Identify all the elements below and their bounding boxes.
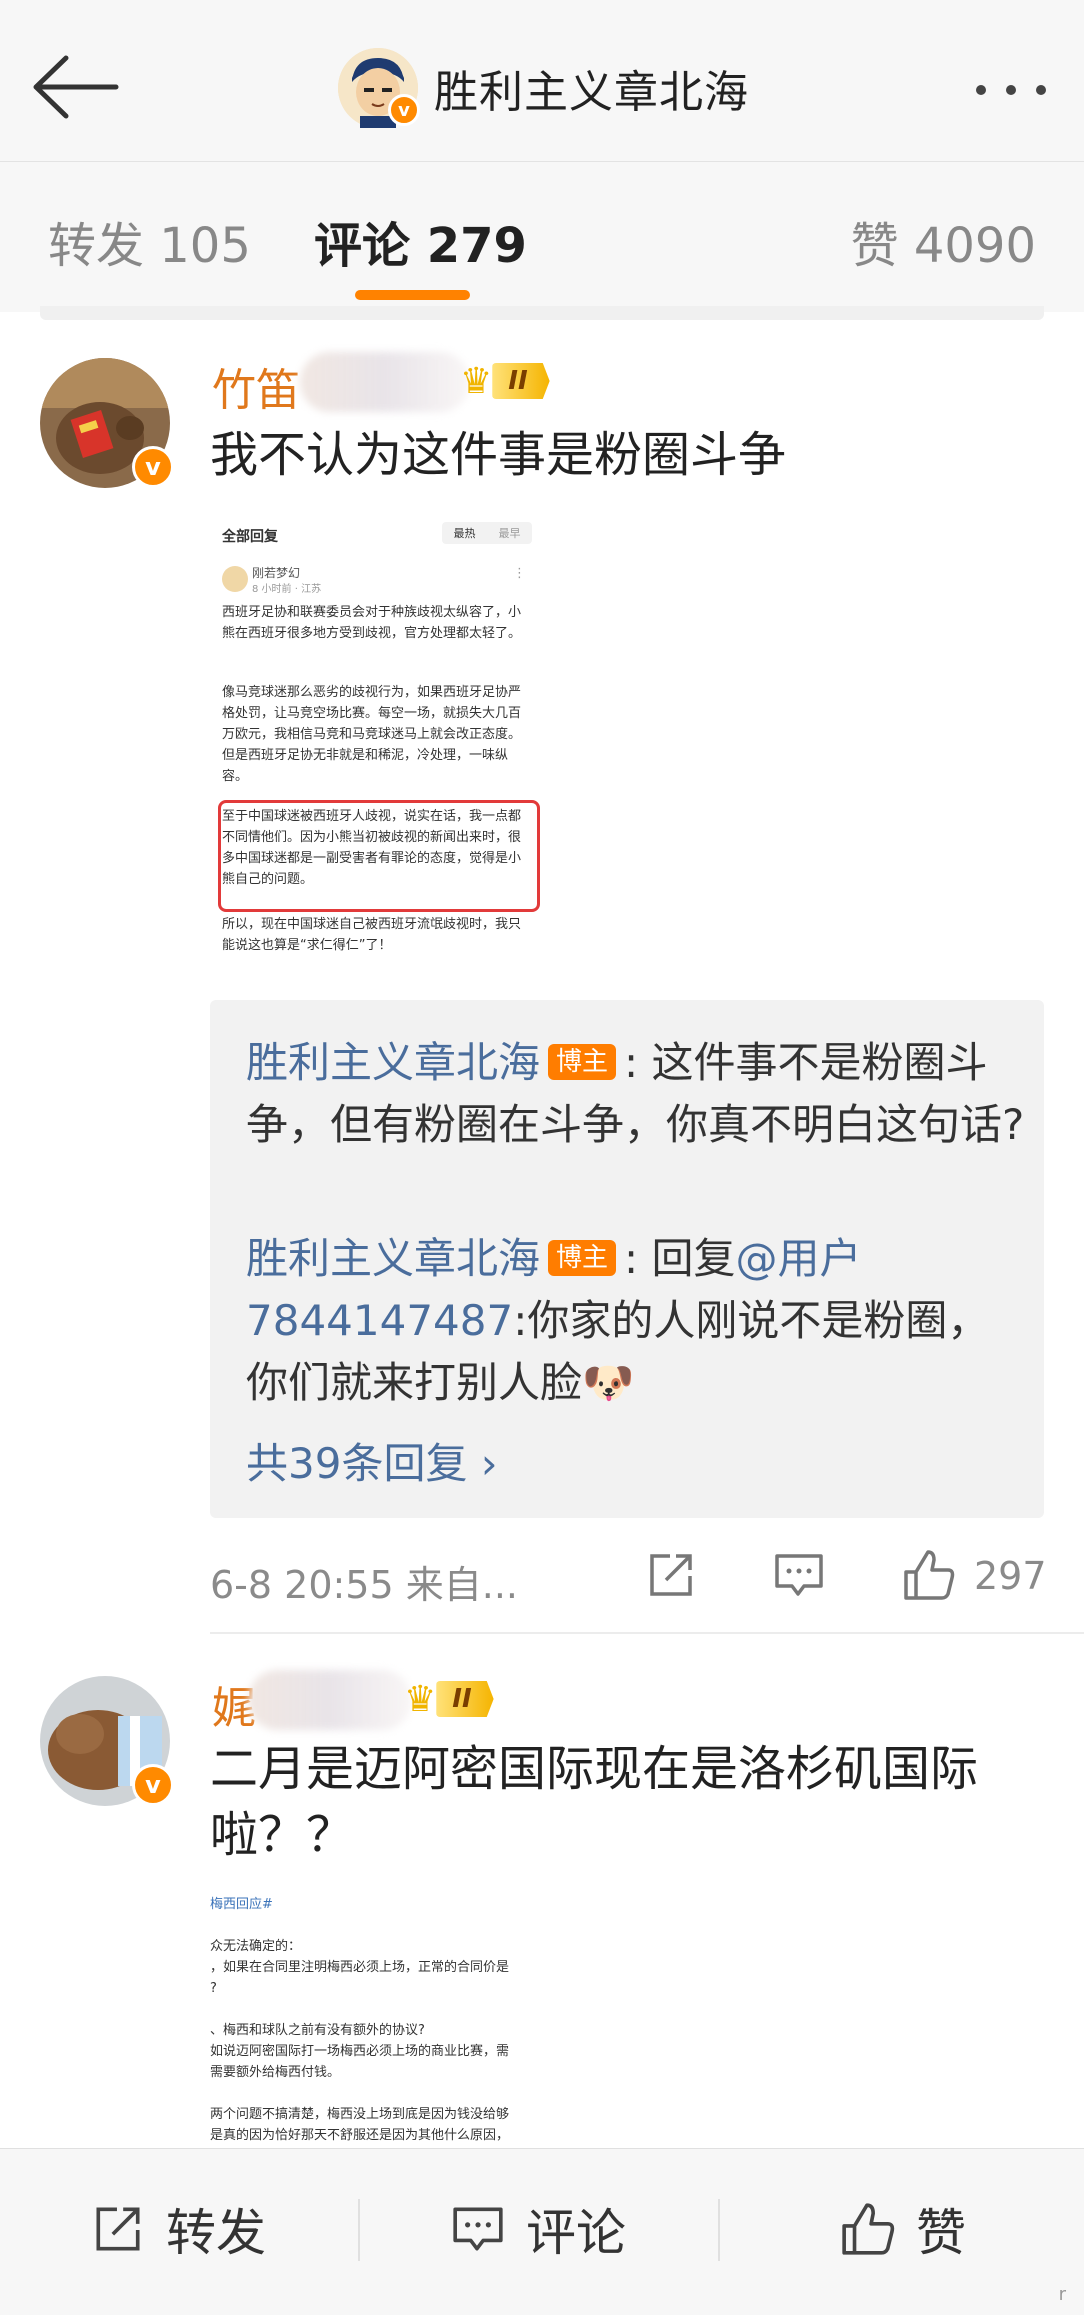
shot-username: 刚若梦幻	[252, 566, 301, 580]
level-badge[interactable]: ♛ II	[404, 1676, 494, 1722]
bottom-action-bar: 转发 评论 赞 r	[0, 2148, 1084, 2315]
comment-time: 6-8 20:55 来自...	[210, 1563, 518, 1607]
replies-box[interactable]: 胜利主义章北海 博主: 这件事不是粉圈斗争，但有粉圈在斗争，你真不明白这句话? 胜…	[210, 1000, 1044, 1518]
shot-paragraph: 西班牙足协和联赛委员会对于种族歧视太纵容了，小熊在西班牙很多地方受到歧视，官方处…	[222, 605, 522, 641]
shot-hashtag: 梅西回应#	[210, 1897, 273, 1912]
watermark: r	[1058, 2284, 1066, 2305]
comment-icon[interactable]	[772, 1548, 826, 1602]
view-more-replies-link[interactable]: 共39条回复 ›	[246, 1430, 498, 1491]
reply-item[interactable]: 胜利主义章北海 博主: 这件事不是粉圈斗争，但有粉圈在斗争，你真不明白这句话?	[246, 1032, 1026, 1156]
verified-badge-icon: v	[132, 1764, 174, 1806]
shot-line: 众无法确定的：	[210, 1939, 302, 1954]
like-button[interactable]: 赞	[840, 2189, 966, 2269]
shot-title: 全部回复	[222, 529, 278, 545]
tab-repost[interactable]: 转发 105	[48, 206, 251, 276]
reply-author[interactable]: 胜利主义章北海	[246, 1234, 540, 1283]
level-label: II	[436, 1681, 494, 1717]
comment-icon	[453, 2207, 503, 2251]
comment-avatar[interactable]: v	[40, 358, 174, 488]
shot-line: 如说迈阿密国际打一场梅西必须上场的商业比赛，需	[210, 2044, 510, 2059]
shot-paragraph: 所以，现在中国球迷自己被西班牙流氓歧视时，我只能说这也算是“求仁得仁”了！	[222, 917, 522, 953]
highlight-box	[218, 800, 540, 912]
comment-label: 评论	[526, 2204, 626, 2262]
shot-time: 8 小时前 · 江苏	[252, 584, 322, 595]
shot-paragraph: 像马竞球迷那么恶劣的歧视行为，如果西班牙足协严格处罚，让马竞空场比赛。每空一场，…	[222, 685, 522, 784]
host-badge: 博主	[548, 1043, 617, 1080]
host-badge: 博主	[548, 1239, 617, 1276]
like-count: 297	[974, 1554, 1047, 1598]
shot-tab-early: 最早	[498, 527, 521, 540]
shot-tabs: 最热 最早	[442, 522, 532, 544]
page-title: 胜利主义章北海	[434, 67, 749, 118]
divider	[358, 2199, 360, 2261]
verified-badge-icon: v	[132, 446, 174, 488]
tab-comment[interactable]: 评论 279	[314, 206, 527, 276]
doge-emoji-icon: 🐶	[582, 1358, 635, 1407]
shot-line: ?	[210, 1981, 217, 1996]
comment-avatar[interactable]: v	[40, 1676, 174, 1806]
tab-bar: 转发 105 评论 279 赞 4090	[0, 162, 1084, 312]
shot-more-icon: ⋮	[513, 566, 526, 581]
reply-author[interactable]: 胜利主义章北海	[246, 1038, 540, 1087]
shot-tab-hot: 最热	[453, 527, 476, 540]
comment-image[interactable]: 梅西回应# 众无法确定的： ，如果在合同里注明梅西必须上场，正常的合同价是 ? …	[210, 1888, 570, 2148]
divider	[718, 2199, 720, 2261]
share-icon[interactable]	[644, 1548, 698, 1602]
divider	[210, 1632, 1084, 1634]
blurred-username	[300, 352, 470, 412]
shot-line: 需要额外给梅西付钱。	[210, 2065, 341, 2080]
shot-avatar	[222, 566, 248, 592]
like-icon	[842, 2203, 895, 2255]
verified-badge-icon: v	[388, 94, 420, 126]
level-label: II	[492, 363, 550, 399]
divider	[40, 306, 1044, 320]
comment-text: 二月是迈阿密国际现在是洛杉矶国际啦？？	[210, 1741, 979, 1863]
level-badge[interactable]: ♛ II	[460, 358, 550, 404]
reply-prefix: : 回复	[624, 1234, 736, 1283]
like-icon[interactable]	[902, 1548, 956, 1602]
like-label: 赞	[916, 2204, 966, 2262]
shot-line: 、梅西和球队之前有没有额外的协议?	[210, 2023, 425, 2038]
active-tab-indicator	[355, 290, 470, 300]
tab-like[interactable]: 赞 4090	[851, 206, 1036, 276]
crown-icon: ♛	[460, 360, 493, 402]
comment-text: 我不认为这件事是粉圈斗争	[210, 427, 787, 483]
repost-button[interactable]: 转发	[90, 2189, 266, 2269]
shot-line: 是真的因为恰好那天不舒服还是因为其他什么原因，	[210, 2128, 510, 2143]
blurred-username	[248, 1670, 412, 1730]
more-options-icon[interactable]	[966, 70, 1056, 110]
comment-username[interactable]: 竹笛	[212, 354, 300, 418]
comment-meta: 6-8 20:55 来自... 297	[210, 1548, 1047, 1608]
header-profile[interactable]: v 胜利主义章北海	[338, 48, 749, 128]
repost-label: 转发	[166, 2204, 266, 2262]
share-icon	[96, 2207, 140, 2251]
comment-button[interactable]: 评论	[450, 2189, 626, 2269]
reply-item[interactable]: 胜利主义章北海 博主: 回复@用户7844147487:你家的人刚说不是粉圈，你们…	[246, 1228, 1026, 1414]
shot-line: 两个问题不搞清楚，梅西没上场到底是因为钱没给够	[210, 2107, 510, 2122]
shot-line: ，如果在合同里注明梅西必须上场，正常的合同价是	[210, 1960, 510, 1975]
crown-icon: ♛	[404, 1678, 437, 1720]
header-avatar[interactable]: v	[338, 48, 420, 128]
top-bar: v 胜利主义章北海	[0, 0, 1084, 162]
comment-image[interactable]: 全部回复 最热 最早 刚若梦幻 8 小时前 · 江苏 ⋮ 西班牙足协和联赛委员会…	[210, 510, 540, 966]
back-arrow-icon[interactable]	[30, 52, 120, 122]
